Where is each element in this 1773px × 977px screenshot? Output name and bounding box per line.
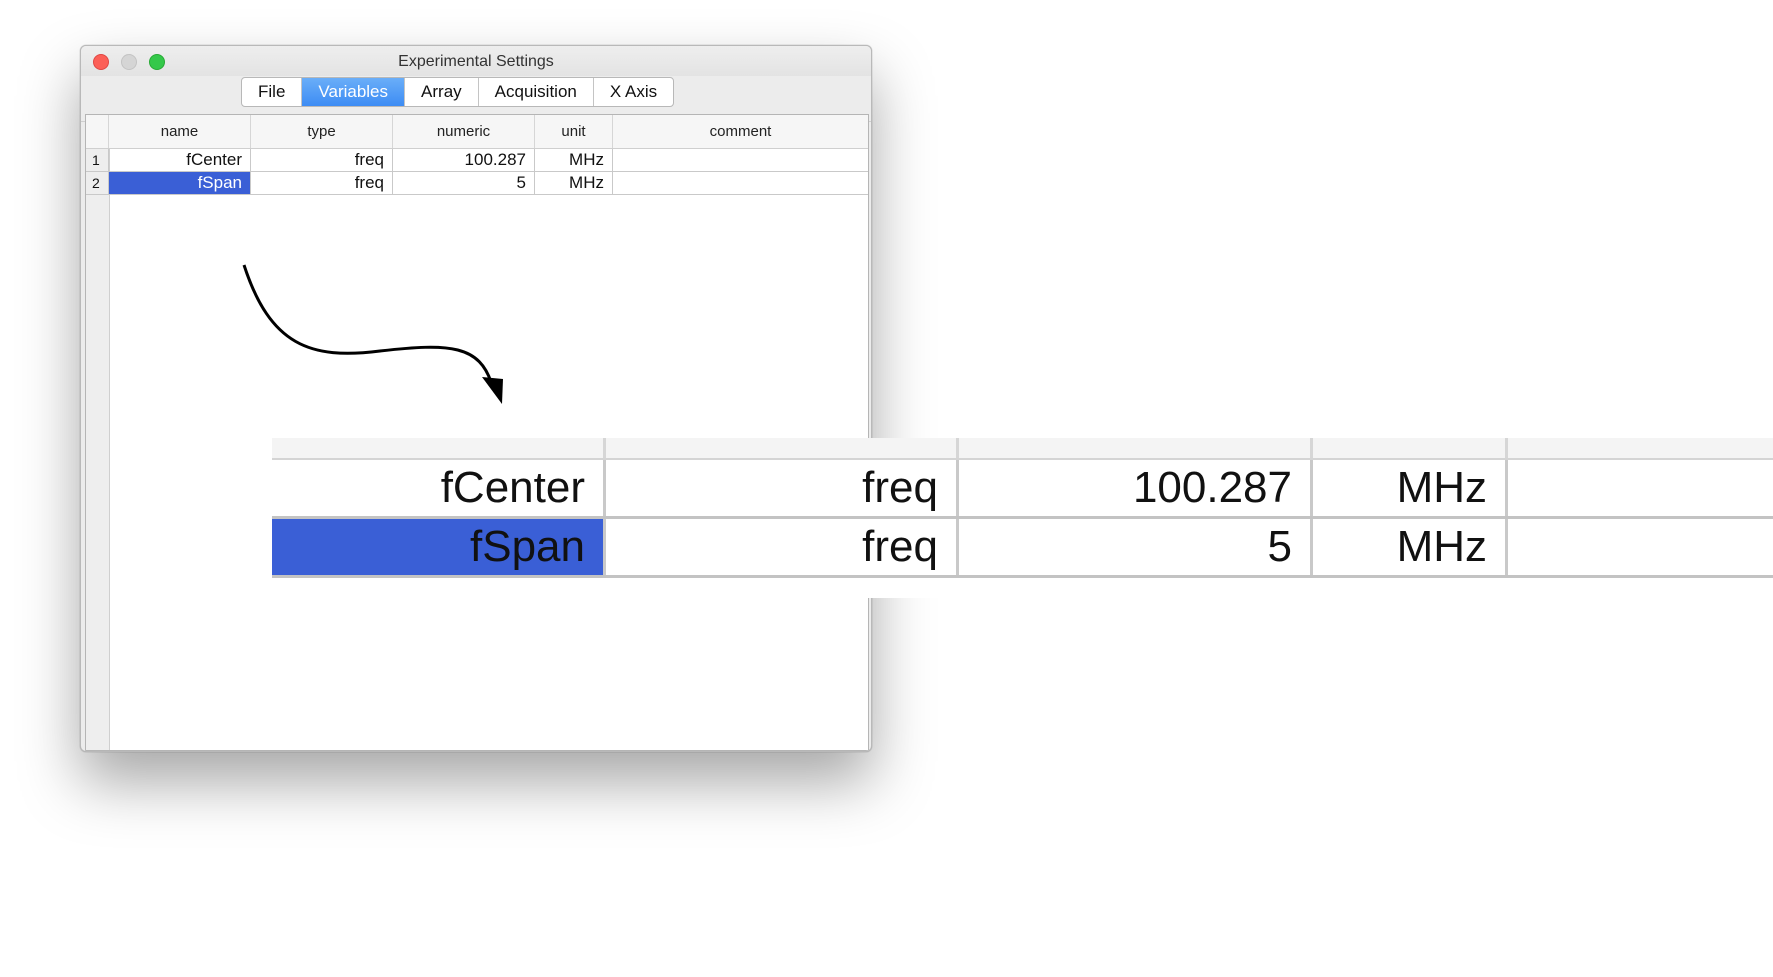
row-number: 1 xyxy=(86,149,109,171)
column-header-name[interactable]: name xyxy=(109,115,251,148)
cell-comment[interactable] xyxy=(613,149,868,171)
variables-table[interactable]: name type numeric unit comment 1 fCenter… xyxy=(85,114,869,751)
row-number: 2 xyxy=(86,172,109,194)
cell-name[interactable]: fCenter xyxy=(109,149,251,171)
row-number-gutter xyxy=(86,149,110,750)
cell-numeric[interactable]: 100.287 xyxy=(393,149,535,171)
curved-arrow-icon xyxy=(242,264,503,404)
column-header-comment[interactable]: comment xyxy=(613,115,868,148)
zoom-cell-numeric: 100.287 xyxy=(959,460,1313,516)
tab-bar: File Variables Array Acquisition X Axis xyxy=(241,77,675,107)
tab-array[interactable]: Array xyxy=(405,78,479,106)
table-row[interactable]: 2 fSpan freq 5 MHz xyxy=(86,172,868,195)
zoom-cell-unit: MHz xyxy=(1313,460,1508,516)
row-number-header xyxy=(86,115,109,148)
zoom-cell-name: fCenter xyxy=(272,460,606,516)
zoom-cell-type: freq xyxy=(606,519,959,575)
zoom-cell-comment xyxy=(1508,519,1773,575)
tab-x-axis[interactable]: X Axis xyxy=(594,78,673,106)
cell-comment[interactable] xyxy=(613,172,868,194)
tab-acquisition[interactable]: Acquisition xyxy=(479,78,594,106)
tab-variables[interactable]: Variables xyxy=(302,78,406,106)
cell-type[interactable]: freq xyxy=(251,172,393,194)
column-header-type[interactable]: type xyxy=(251,115,393,148)
zoom-row: fCenter freq 100.287 MHz xyxy=(272,460,1773,519)
cell-numeric[interactable]: 5 xyxy=(393,172,535,194)
zoom-header-separator xyxy=(956,438,959,458)
window-title: Experimental Settings xyxy=(398,53,554,70)
zoom-cell-type: freq xyxy=(606,460,959,516)
cell-unit[interactable]: MHz xyxy=(535,172,613,194)
zoom-row: fSpan freq 5 MHz xyxy=(272,519,1773,578)
table-row[interactable]: 1 fCenter freq 100.287 MHz xyxy=(86,149,868,172)
zoom-cell-comment xyxy=(1508,460,1773,516)
cell-type[interactable]: freq xyxy=(251,149,393,171)
zoom-header-separator xyxy=(1310,438,1313,458)
title-bar[interactable]: Experimental Settings xyxy=(81,46,871,76)
zoom-cell-unit: MHz xyxy=(1313,519,1508,575)
tab-toolbar: File Variables Array Acquisition X Axis xyxy=(81,76,871,122)
column-header-numeric[interactable]: numeric xyxy=(393,115,535,148)
zoom-cell-name-selected: fSpan xyxy=(272,519,606,575)
tab-file[interactable]: File xyxy=(242,78,303,106)
cell-unit[interactable]: MHz xyxy=(535,149,613,171)
zoom-header-separator xyxy=(1505,438,1508,458)
zoomed-table-detail: fCenter freq 100.287 MHz fSpan freq 5 MH… xyxy=(272,438,1773,598)
column-header-unit[interactable]: unit xyxy=(535,115,613,148)
cell-name-selected[interactable]: fSpan xyxy=(109,172,251,194)
zoom-header-separator xyxy=(603,438,606,458)
zoom-cell-numeric: 5 xyxy=(959,519,1313,575)
zoom-header-strip xyxy=(272,438,1773,460)
table-header: name type numeric unit comment xyxy=(86,115,868,149)
